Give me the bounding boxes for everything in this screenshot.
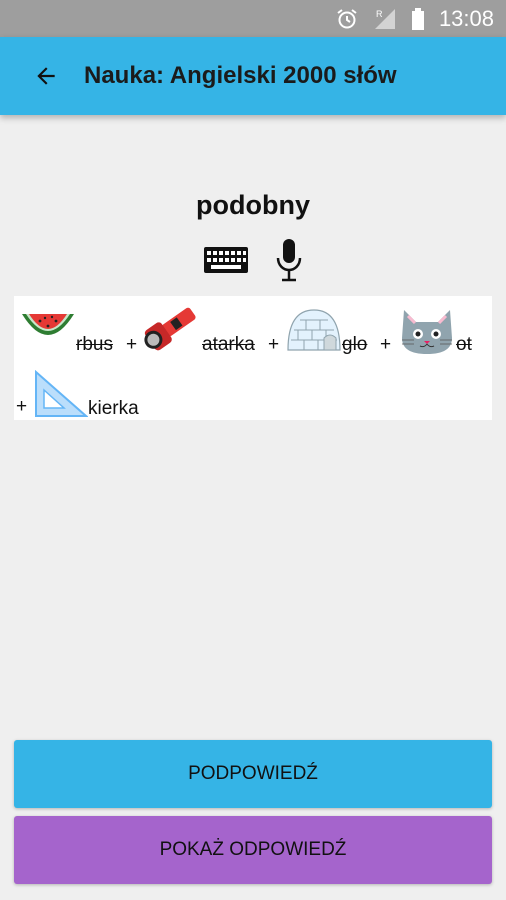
status-time: 13:08 (438, 5, 494, 31)
svg-text:R: R (376, 9, 383, 19)
alarm-icon (335, 7, 359, 31)
rebus-separator-3: + (380, 334, 392, 355)
status-bar: R 13:08 (0, 0, 506, 37)
hint-button[interactable]: PODPOWIEDŹ (14, 740, 492, 808)
word-to-learn: podobny (196, 190, 310, 220)
set-square-image (35, 370, 88, 417)
igloo-image (287, 309, 341, 351)
keyboard-icon (204, 247, 248, 273)
rebus-text-2: atarka (202, 334, 255, 355)
cat-image (402, 310, 452, 354)
rebus-separator-1: + (126, 334, 138, 355)
show-answer-button[interactable]: POKAŻ ODPOWIEDŹ (14, 816, 492, 884)
page-title: Nauka: Angielski 2000 słów (84, 62, 397, 89)
flashlight-image (144, 307, 196, 351)
app-bar: Nauka: Angielski 2000 słów (0, 37, 506, 115)
rebus-separator-4: + (16, 396, 28, 417)
input-tools (0, 238, 506, 282)
battery-icon (411, 7, 425, 31)
signal-icon: R (373, 7, 397, 31)
rebus-text-4: ot (456, 334, 472, 355)
rebus-text-1: rbus (76, 334, 113, 355)
rebus-separator-2: + (268, 334, 280, 355)
microphone-icon (276, 239, 302, 282)
back-button[interactable] (16, 37, 76, 115)
watermelon-image (22, 314, 74, 335)
microphone-button[interactable] (275, 238, 303, 282)
arrow-back-icon (37, 67, 55, 85)
keyboard-button[interactable] (203, 246, 249, 274)
rebus-hint: rbus + atarka + glo + ot + kierka (14, 296, 492, 420)
rebus-text-5: kierka (88, 398, 139, 419)
rebus-text-3: glo (342, 334, 368, 355)
